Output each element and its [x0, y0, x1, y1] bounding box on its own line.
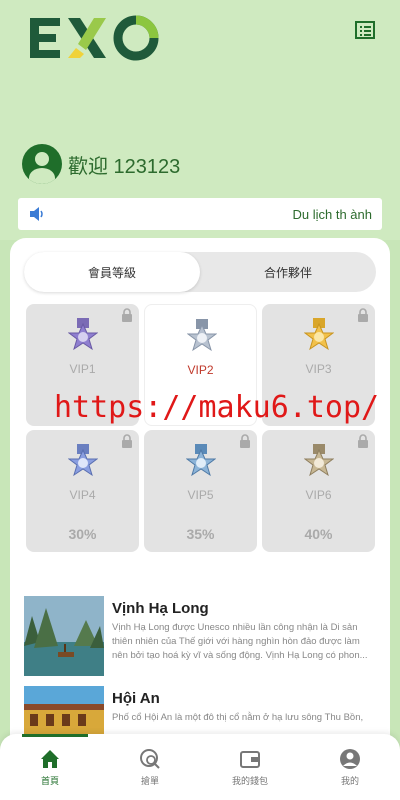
- tab-bar: 會員等級 合作夥伴: [24, 252, 376, 292]
- vip-percent: 30%: [68, 526, 97, 542]
- nav-label: 首頁: [40, 776, 59, 786]
- vip-name: VIP1: [69, 362, 96, 376]
- lock-icon: [358, 434, 368, 448]
- nav-grab-order[interactable]: 搶單: [100, 734, 200, 800]
- medal-icon: [68, 318, 98, 351]
- nav-label: 我的: [340, 776, 359, 786]
- medal-icon: [304, 444, 334, 477]
- home-icon: [41, 750, 59, 768]
- nav-label: 我的錢包: [231, 776, 268, 786]
- vip-card-5[interactable]: VIP5 35%: [144, 430, 257, 552]
- nav-wallet[interactable]: 我的錢包: [200, 734, 300, 800]
- medal-icon: [304, 318, 334, 351]
- nav-active-indicator: [22, 734, 88, 737]
- tab-partners[interactable]: 合作夥伴: [200, 252, 376, 292]
- nav-mine[interactable]: 我的: [300, 734, 400, 800]
- watermark-text: https://maku6.top/: [54, 390, 380, 425]
- wallet-icon: [240, 751, 260, 768]
- place-description: Vịnh Hạ Long được Unesco nhiều lần công …: [112, 622, 368, 661]
- notice-bar[interactable]: Du lịch th ành: [18, 198, 382, 230]
- medal-icon: [186, 444, 216, 477]
- user-greeting: 歡迎 123123: [22, 144, 180, 184]
- place-title: Hội An: [112, 690, 160, 707]
- lock-icon: [122, 308, 132, 322]
- notice-text: Du lịch th ành: [292, 206, 373, 222]
- lock-icon: [358, 308, 368, 322]
- speaker-icon: [30, 207, 43, 221]
- medal-icon: [68, 444, 98, 477]
- lock-icon: [240, 434, 250, 448]
- medal-icon: [187, 319, 217, 352]
- vip-name: VIP2: [187, 363, 214, 377]
- lock-icon: [122, 434, 132, 448]
- user-icon: [340, 749, 360, 769]
- tab-member-level[interactable]: 會員等級: [24, 252, 200, 292]
- list-icon[interactable]: [354, 20, 376, 40]
- vip-percent: 35%: [186, 526, 215, 542]
- halong-image: [24, 596, 104, 676]
- search-globe-icon: [140, 749, 160, 769]
- vip-name: VIP3: [305, 362, 332, 376]
- vip-percent: 40%: [304, 526, 333, 542]
- vip-card-6[interactable]: VIP6 40%: [262, 430, 375, 552]
- nav-label: 搶單: [140, 776, 159, 786]
- avatar[interactable]: [22, 144, 62, 184]
- vip-card-4[interactable]: VIP4 30%: [26, 430, 139, 552]
- exo-logo: [30, 15, 159, 61]
- header-area: 歡迎 123123 Du lịch th ành: [0, 0, 400, 240]
- vip-name: VIP4: [69, 488, 96, 502]
- nav-home[interactable]: 首頁: [0, 734, 100, 800]
- vip-name: VIP5: [187, 488, 214, 502]
- list-item[interactable]: Vịnh Hạ Long Vịnh Hạ Long được Unesco nh…: [24, 596, 374, 676]
- vip-name: VIP6: [305, 488, 332, 502]
- place-title: Vịnh Hạ Long: [112, 600, 209, 617]
- welcome-text: 歡迎 123123: [68, 155, 181, 178]
- bottom-nav: 首頁 搶單 我的錢包 我的: [0, 734, 400, 800]
